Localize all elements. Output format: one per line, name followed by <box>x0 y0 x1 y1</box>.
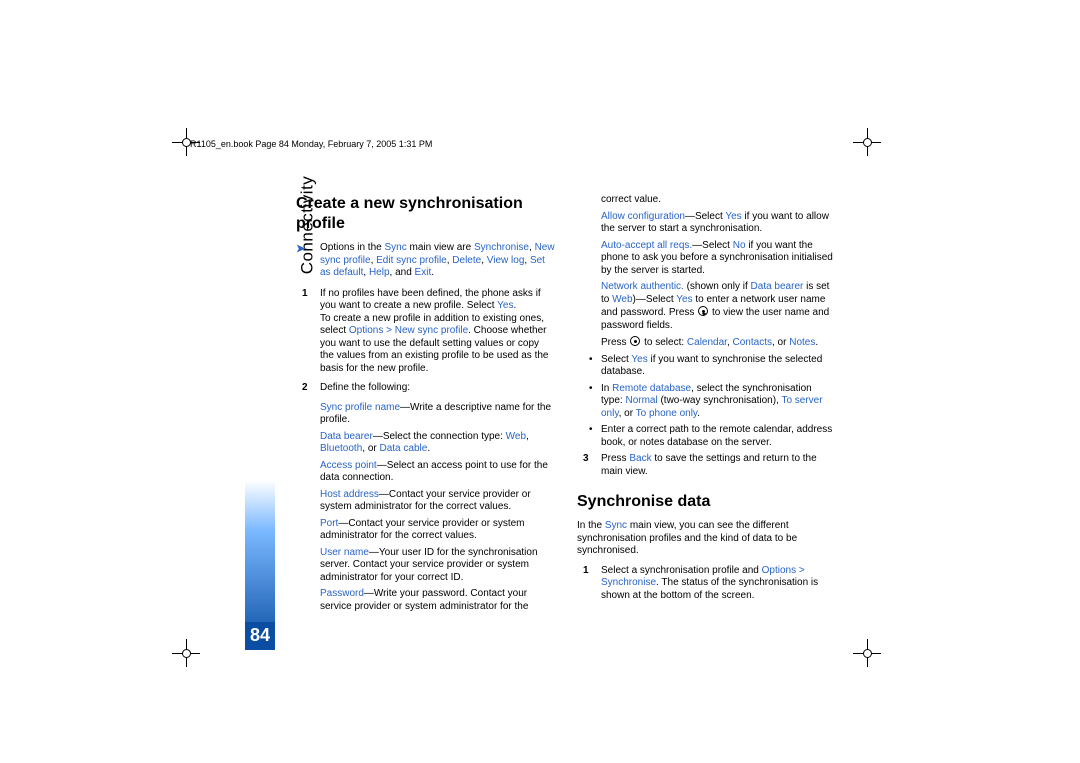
sync-step-1: 1 Select a synchronisation profile and O… <box>577 565 836 603</box>
field-access-point: Access point—Select an access point to u… <box>296 460 555 485</box>
field-auto-accept: Auto-accept all reqs.—Select No if you w… <box>577 240 836 278</box>
field-sync-profile-name: Sync profile name—Write a descriptive na… <box>296 402 555 427</box>
crop-mark <box>172 639 200 667</box>
options-summary: ➤ Options in the Sync main view are Sync… <box>296 242 555 280</box>
page-number: 84 <box>250 625 270 646</box>
body-text: Create a new synchronisation profile ➤ O… <box>296 194 836 613</box>
bullet-remote-db: In Remote database, select the synchroni… <box>577 383 836 421</box>
field-user-name: User name—Your user ID for the synchroni… <box>296 547 555 585</box>
joystick-icon <box>630 336 640 346</box>
bullet-path: Enter a correct path to the remote calen… <box>577 424 836 449</box>
step-1: 1 If no profiles have been defined, the … <box>296 288 555 376</box>
page: R1105_en.book Page 84 Monday, February 7… <box>0 0 1080 763</box>
field-port: Port—Contact your service provider or sy… <box>296 518 555 543</box>
sync-intro: In the Sync main view, you can see the d… <box>577 520 836 558</box>
page-header: R1105_en.book Page 84 Monday, February 7… <box>190 139 432 149</box>
press-note: Press to select: Calendar, Contacts, or … <box>577 336 836 350</box>
field-allow-configuration: Allow configuration—Select Yes if you wa… <box>577 211 836 236</box>
heading-create-profile: Create a new synchronisation profile <box>296 194 555 234</box>
field-network-authentic: Network authentic. (shown only if Data b… <box>577 281 836 332</box>
field-data-bearer: Data bearer—Select the connection type: … <box>296 431 555 456</box>
joystick-down-icon <box>698 306 708 316</box>
tip-arrow-icon: ➤ <box>296 243 305 257</box>
step-2: 2 Define the following: <box>296 382 555 395</box>
heading-synchronise-data: Synchronise data <box>577 492 836 512</box>
field-host-address: Host address—Contact your service provid… <box>296 489 555 514</box>
bullet-sync-db: Select Yes if you want to synchronise th… <box>577 354 836 379</box>
crop-mark <box>853 128 881 156</box>
step-3: 3 Press Back to save the settings and re… <box>577 453 836 478</box>
crop-mark <box>853 639 881 667</box>
